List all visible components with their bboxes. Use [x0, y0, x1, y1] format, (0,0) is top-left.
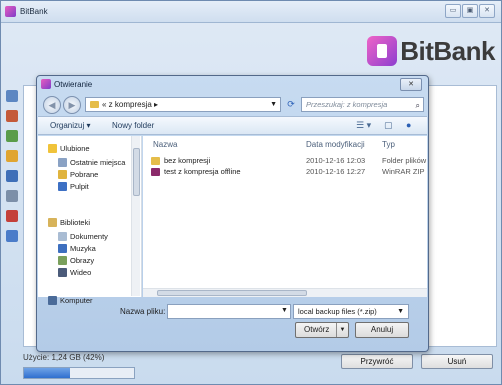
app-icon [5, 6, 16, 17]
nav-item-icon [58, 256, 67, 265]
filetype-select[interactable]: local backup files (*.zip) ▼ [293, 304, 409, 319]
cancel-button[interactable]: Anuluj [355, 322, 409, 338]
open-split-arrow[interactable]: ▼ [336, 323, 348, 337]
logo-text: BitBank [400, 35, 495, 66]
nav-item-label: Komputer [60, 296, 93, 305]
column-name[interactable]: Nazwa [153, 140, 177, 149]
rail-icon-6[interactable] [6, 190, 18, 202]
dialog-app-icon [41, 79, 51, 89]
new-folder-button[interactable]: Nowy folder [112, 121, 154, 130]
filetype-value: local backup files (*.zip) [298, 307, 377, 316]
title-bar: BitBank ▭ ▣ ✕ [1, 1, 501, 23]
window-title: BitBank [20, 7, 48, 16]
rail-icon-4[interactable] [6, 150, 18, 162]
help-icon[interactable]: ● [406, 120, 411, 130]
dialog-title: Otwieranie [54, 79, 93, 89]
hscrollbar-thumb[interactable] [157, 290, 307, 296]
filename-dropdown-icon[interactable]: ▼ [281, 307, 288, 314]
file-type: WinRAR ZIP [382, 167, 425, 176]
preview-pane-icon[interactable]: ▢ [384, 120, 393, 131]
restore-button[interactable]: Przywróć [341, 354, 413, 369]
nav-item-icon [58, 244, 67, 253]
rail-icon-2[interactable] [6, 110, 18, 122]
nav-item-icon [48, 218, 57, 227]
file-row[interactable]: test z kompresja offline 2010-12-16 12:27… [151, 166, 427, 178]
side-toolbar [2, 85, 22, 385]
nav-item-icon [48, 144, 57, 153]
nav-item-icon [48, 296, 57, 305]
nav-item-label: Wideo [70, 268, 92, 277]
rail-icon-5[interactable] [6, 170, 18, 182]
view-options-icon[interactable]: ☰ ▾ [356, 120, 371, 131]
usage-label: Użycie: 1,24 GB (42%) [23, 353, 105, 362]
search-input[interactable]: Przeszukaj: z kompresja ⌕ [301, 97, 424, 112]
nav-scrollbar[interactable] [131, 136, 140, 296]
close-button[interactable]: ✕ [479, 4, 495, 18]
archive-icon [151, 168, 160, 176]
rail-icon-8[interactable] [6, 230, 18, 242]
file-list-hscrollbar[interactable] [143, 288, 427, 297]
open-label: Otwórz [304, 325, 330, 334]
delete-button[interactable]: Usuń [421, 354, 493, 369]
file-name: test z kompresja offline [164, 167, 241, 176]
usage-progress-fill [24, 368, 71, 378]
nav-scrollbar-thumb[interactable] [133, 148, 140, 196]
dialog-close-button[interactable]: ✕ [400, 78, 422, 91]
nav-item[interactable]: Komputer [48, 294, 93, 307]
filename-label: Nazwa pliku: [120, 307, 166, 316]
open-file-dialog: Otwieranie ✕ ◀ ▶ « z kompresja ▸ ▼ ⟳ Prz… [36, 75, 429, 352]
nav-item[interactable]: Ulubione [48, 142, 90, 155]
file-list: Nazwa Data modyfikacji Typ bez kompresji… [143, 136, 427, 297]
address-bar[interactable]: « z kompresja ▸ ▼ [85, 97, 281, 112]
nav-item-icon [58, 170, 67, 179]
back-button[interactable]: ◀ [43, 96, 61, 114]
chevron-down-icon[interactable]: ▼ [270, 98, 277, 111]
maximize-button[interactable]: ▣ [462, 4, 478, 18]
nav-item-label: Ulubione [60, 144, 90, 153]
column-date[interactable]: Data modyfikacji [306, 140, 365, 149]
open-button[interactable]: Otwórz ▼ [295, 322, 349, 338]
chevron-down-icon: ▼ [397, 308, 404, 315]
folder-icon [151, 157, 160, 165]
column-type[interactable]: Typ [382, 140, 395, 149]
nav-item[interactable]: Biblioteki [48, 216, 90, 229]
minimize-button[interactable]: ▭ [445, 4, 461, 18]
rail-icon-7[interactable] [6, 210, 18, 222]
nav-item-label: Pulpit [70, 182, 89, 191]
nav-item-icon [58, 158, 67, 167]
lock-logo-icon [367, 36, 398, 66]
nav-item-label: Biblioteki [60, 218, 91, 227]
nav-item-icon [58, 268, 67, 277]
search-icon[interactable]: ⌕ [416, 99, 420, 112]
refresh-icon[interactable]: ⟳ [284, 97, 298, 112]
forward-button[interactable]: ▶ [63, 96, 81, 114]
usage-progress-bar [23, 367, 135, 379]
dialog-toolbar: Organizuj ▾ Nowy folder ☰ ▾ ▢ ● [38, 116, 427, 135]
bitbank-logo: BitBank [367, 31, 495, 71]
organize-menu[interactable]: Organizuj ▾ [50, 121, 90, 130]
nav-item-icon [58, 182, 67, 191]
search-placeholder: Przeszukaj: z kompresja [306, 100, 388, 109]
nav-item[interactable]: Wideo [58, 266, 91, 279]
rail-icon-3[interactable] [6, 130, 18, 142]
folder-icon [90, 101, 99, 108]
nav-item-icon [58, 232, 67, 241]
file-date: 2010-12-16 12:27 [306, 167, 366, 176]
nav-item[interactable]: Pulpit [58, 180, 89, 193]
address-path: « z kompresja ▸ [102, 100, 159, 109]
filename-input[interactable] [167, 304, 291, 319]
navigation-pane: Ulubione Ostatnie miejsca Pobrane Pulpit Bib… [38, 136, 142, 305]
rail-icon-1[interactable] [6, 90, 18, 102]
